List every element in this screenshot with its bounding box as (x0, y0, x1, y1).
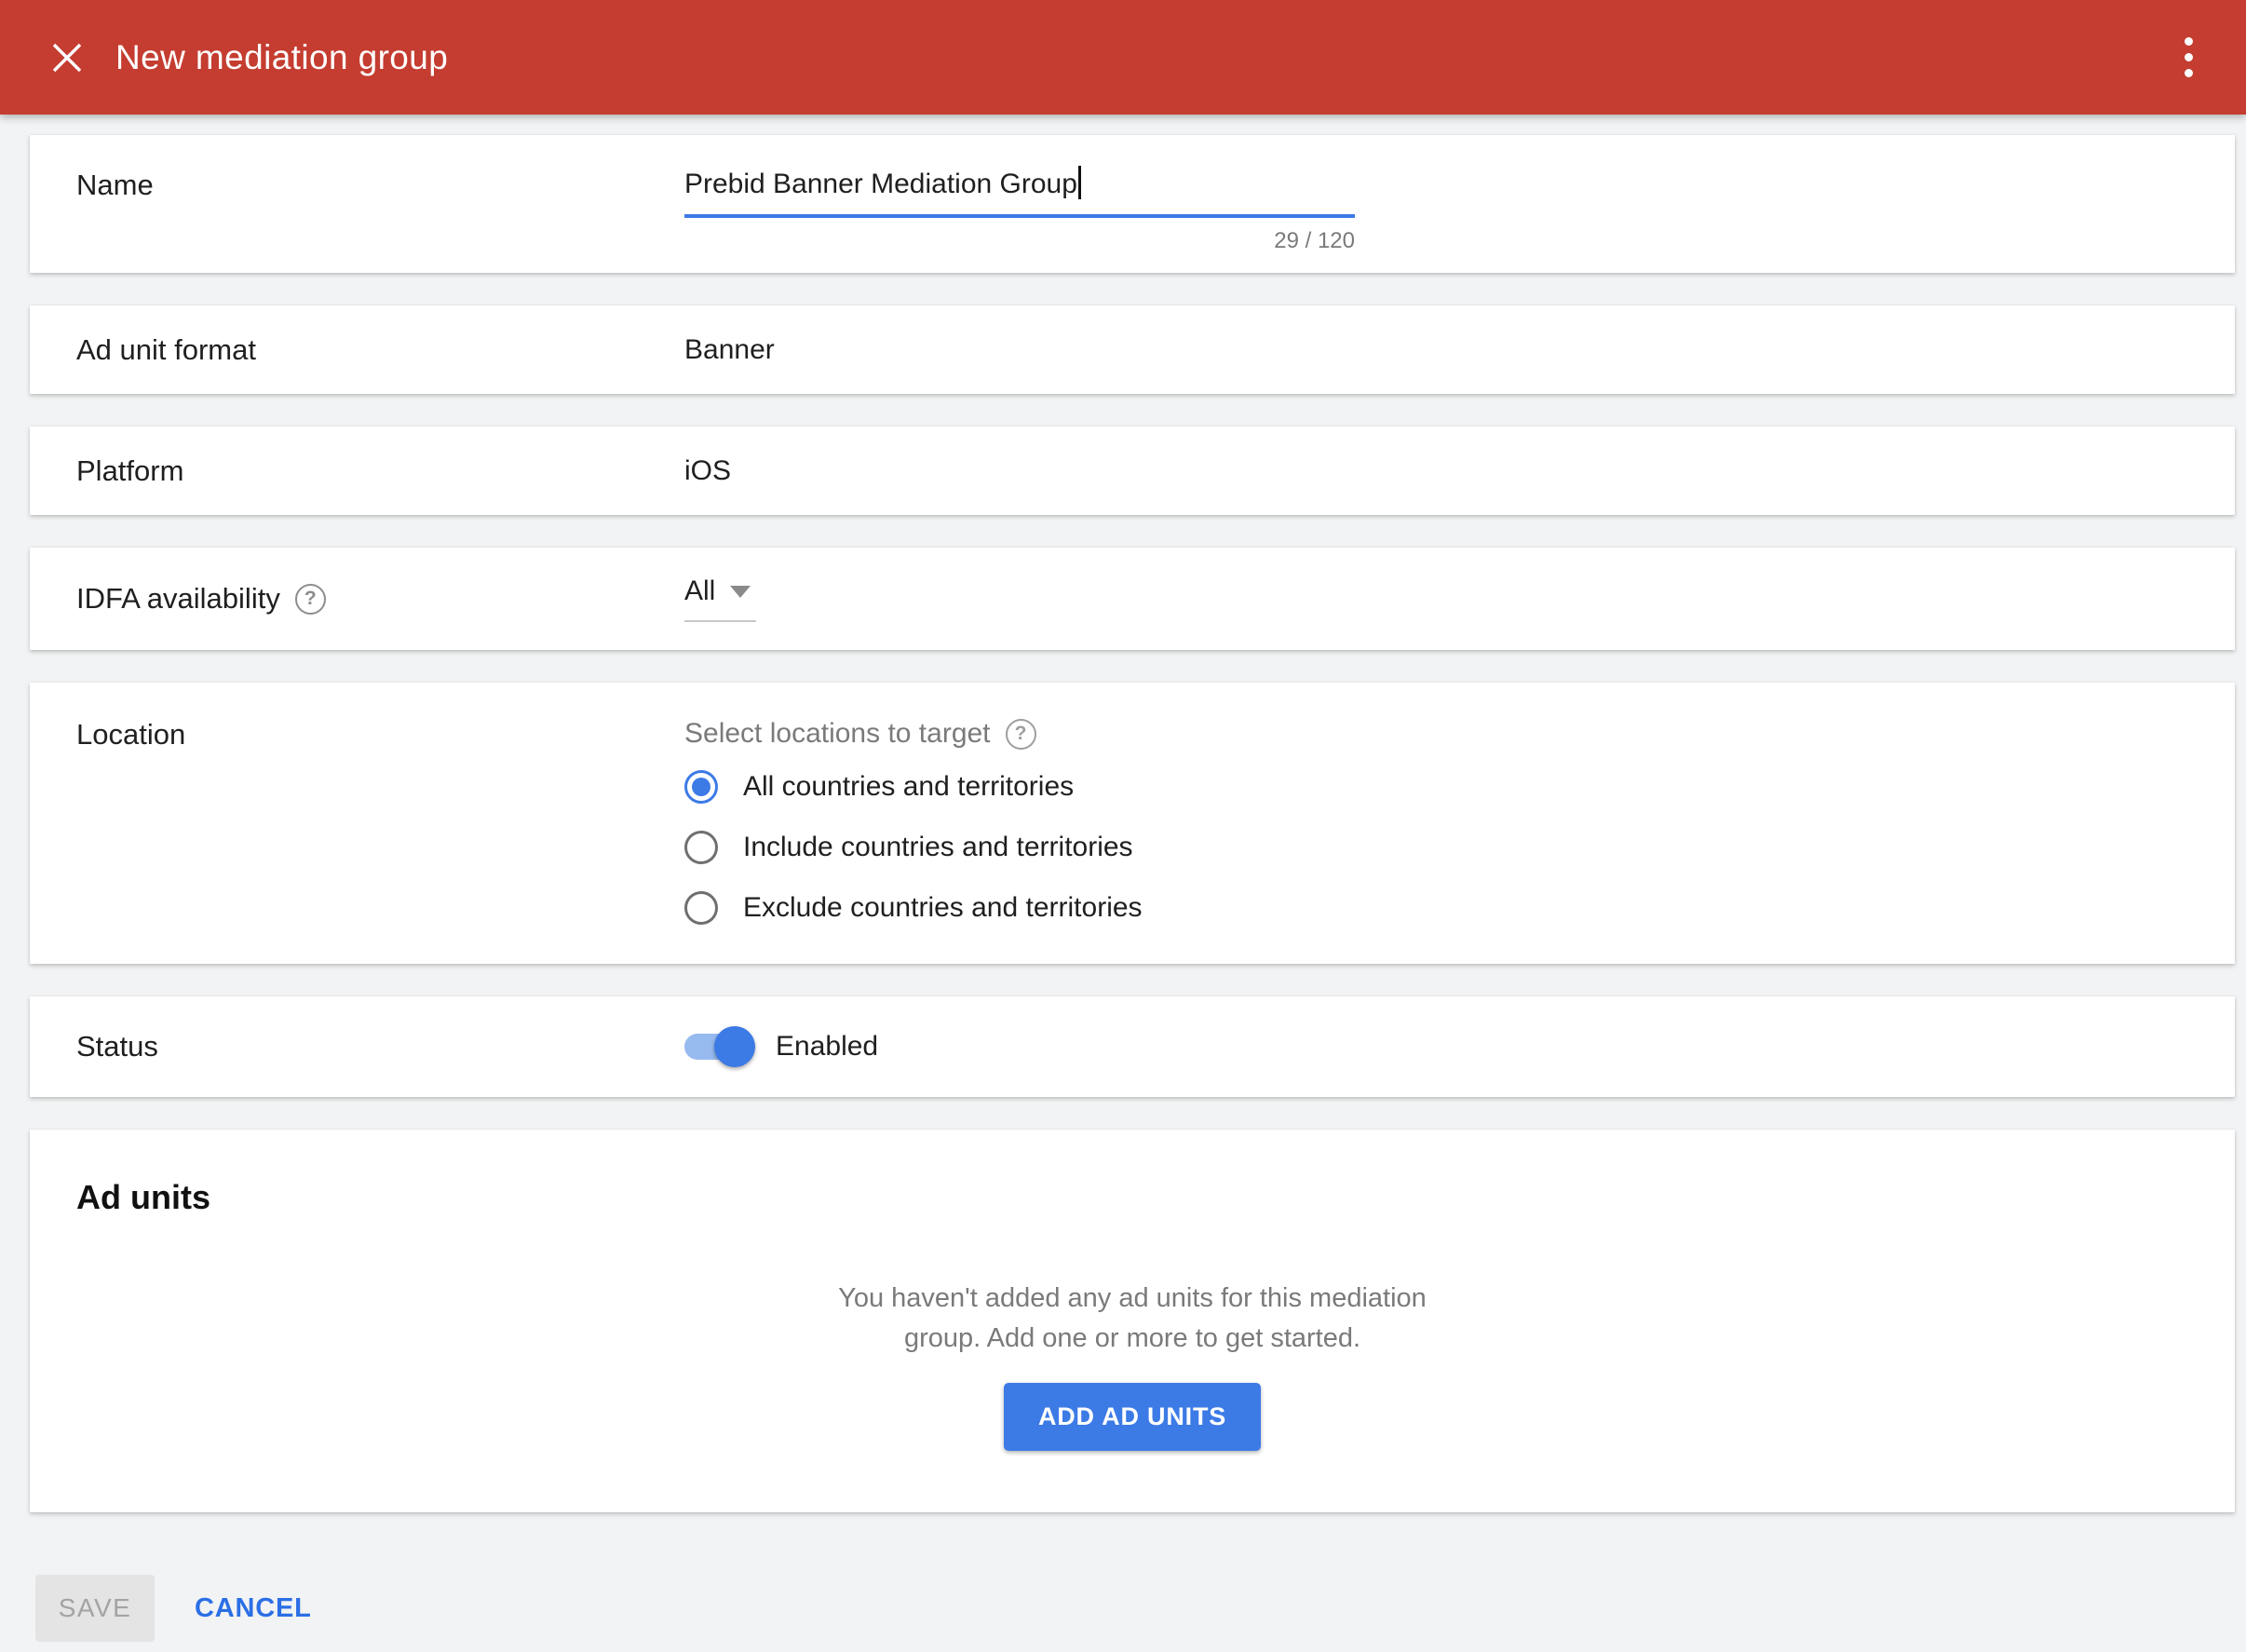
idfa-selected-value: All (684, 575, 715, 607)
ad-units-heading: Ad units (76, 1178, 2188, 1217)
radio-label: Exclude countries and territories (743, 892, 1143, 924)
form-content: Name Prebid Banner Mediation Group 29 / … (0, 115, 2246, 1642)
idfa-card: IDFA availability ? All (30, 548, 2235, 650)
name-input-value: Prebid Banner Mediation Group (684, 169, 1077, 199)
radio-label: All countries and territories (743, 771, 1074, 803)
ad-units-empty-state: You haven't added any ad units for this … (76, 1279, 2188, 1359)
status-control: Enabled (684, 1031, 2235, 1063)
platform-card: Platform iOS (30, 427, 2235, 515)
cancel-button[interactable]: CANCEL (195, 1593, 312, 1624)
ad-units-card: Ad units You haven't added any ad units … (30, 1130, 2235, 1512)
app-bar: New mediation group (0, 0, 2246, 115)
name-label: Name (30, 166, 684, 202)
new-mediation-group-page: New mediation group Name Prebid Banner M… (0, 0, 2246, 1652)
location-card: Location Select locations to target ? Al… (30, 683, 2235, 964)
toggle-thumb (714, 1026, 755, 1067)
status-value-col: Enabled (684, 1031, 2235, 1063)
status-card: Status Enabled (30, 996, 2235, 1097)
empty-state-line2: group. Add one or more to get started. (76, 1319, 2188, 1359)
char-counter: 29 / 120 (684, 228, 1355, 254)
platform-label: Platform (30, 454, 684, 488)
add-ad-units-button-wrap: ADD AD UNITS (76, 1383, 2188, 1451)
radio-all-countries[interactable]: All countries and territories (684, 766, 2235, 807)
help-icon[interactable]: ? (1006, 719, 1036, 750)
idfa-label: IDFA availability (76, 582, 280, 616)
select-underline (684, 620, 756, 622)
location-label: Location (30, 718, 684, 752)
status-value: Enabled (776, 1031, 878, 1063)
page-title: New mediation group (115, 38, 448, 77)
name-card: Name Prebid Banner Mediation Group 29 / … (30, 135, 2235, 273)
close-icon[interactable] (43, 34, 91, 82)
text-cursor (1078, 166, 1081, 199)
kebab-dot (2185, 37, 2193, 46)
help-icon[interactable]: ? (295, 584, 326, 615)
ad-unit-format-label: Ad unit format (30, 333, 684, 367)
radio-button-icon[interactable] (684, 770, 718, 804)
empty-state-line1: You haven't added any ad units for this … (76, 1279, 2188, 1319)
overflow-menu-icon[interactable] (2164, 25, 2212, 90)
status-toggle[interactable] (684, 1034, 750, 1060)
radio-label: Include countries and territories (743, 832, 1133, 863)
footer-actions: SAVE CANCEL (35, 1575, 2235, 1642)
radio-button-icon[interactable] (684, 831, 718, 864)
idfa-select-line: All (684, 575, 756, 607)
save-button[interactable]: SAVE (35, 1575, 155, 1642)
radio-exclude-countries[interactable]: Exclude countries and territories (684, 887, 2235, 928)
name-value-col: Prebid Banner Mediation Group 29 / 120 (684, 166, 2235, 254)
chevron-down-icon (730, 586, 751, 598)
radio-button-icon[interactable] (684, 891, 718, 925)
location-helper-text: Select locations to target (684, 718, 991, 750)
ad-unit-format-value: Banner (684, 334, 2235, 366)
ad-unit-format-card: Ad unit format Banner (30, 305, 2235, 394)
platform-value: iOS (684, 455, 2235, 487)
idfa-label-group: IDFA availability ? (30, 582, 684, 616)
add-ad-units-button[interactable]: ADD AD UNITS (1004, 1383, 1261, 1451)
radio-include-countries[interactable]: Include countries and territories (684, 827, 2235, 868)
idfa-select[interactable]: All (684, 575, 756, 622)
location-value-col: Select locations to target ? All countri… (684, 718, 2235, 948)
kebab-dot (2185, 69, 2193, 77)
kebab-dot (2185, 53, 2193, 61)
close-icon-glyph (50, 41, 84, 74)
location-helper: Select locations to target ? (684, 718, 2235, 750)
idfa-value-col: All (684, 575, 2235, 622)
status-label: Status (30, 1030, 684, 1063)
name-input[interactable]: Prebid Banner Mediation Group (684, 166, 1355, 218)
